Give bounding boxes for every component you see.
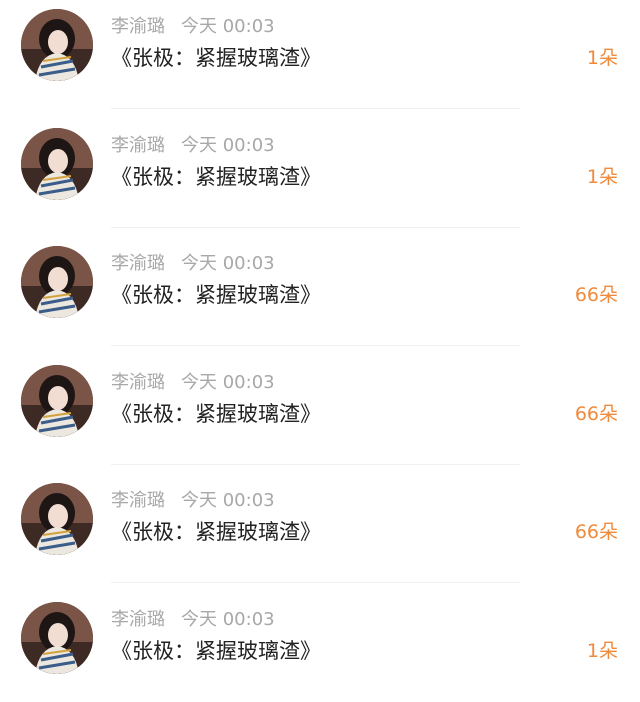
list-item[interactable]: 李渝璐 今天 00:03 《张极：紧握玻璃渣》 66朵	[0, 347, 640, 465]
user-name[interactable]: 李渝璐	[111, 372, 165, 393]
list-item[interactable]: 李渝璐 今天 00:03 《张极：紧握玻璃渣》 66朵	[0, 228, 640, 346]
timestamp: 今天 00:03	[181, 372, 275, 393]
work-title[interactable]: 《张极：紧握玻璃渣》	[111, 638, 321, 664]
flower-count: 1朵	[586, 47, 618, 69]
user-avatar-icon[interactable]	[21, 128, 93, 200]
divider	[111, 582, 520, 583]
user-name[interactable]: 李渝璐	[111, 609, 165, 630]
timestamp: 今天 00:03	[181, 609, 275, 630]
flower-count: 66朵	[574, 403, 618, 425]
user-avatar-icon[interactable]	[21, 365, 93, 437]
timestamp: 今天 00:03	[181, 135, 275, 156]
item-meta: 李渝璐 今天 00:03	[111, 16, 275, 38]
item-meta: 李渝璐 今天 00:03	[111, 490, 275, 512]
user-name[interactable]: 李渝璐	[111, 16, 165, 37]
work-title[interactable]: 《张极：紧握玻璃渣》	[111, 282, 321, 308]
user-avatar-icon[interactable]	[21, 9, 93, 81]
work-title[interactable]: 《张极：紧握玻璃渣》	[111, 164, 321, 190]
work-title[interactable]: 《张极：紧握玻璃渣》	[111, 519, 321, 545]
gift-list: 李渝璐 今天 00:03 《张极：紧握玻璃渣》 1朵 李渝璐 今天 00:03 《张…	[0, 0, 640, 694]
user-avatar-icon[interactable]	[21, 246, 93, 318]
user-avatar-icon[interactable]	[21, 483, 93, 555]
timestamp: 今天 00:03	[181, 490, 275, 511]
work-title[interactable]: 《张极：紧握玻璃渣》	[111, 45, 321, 71]
divider	[111, 345, 520, 346]
flower-count: 1朵	[586, 166, 618, 188]
timestamp: 今天 00:03	[181, 253, 275, 274]
list-item[interactable]: 李渝璐 今天 00:03 《张极：紧握玻璃渣》 1朵	[0, 110, 640, 228]
user-avatar-icon[interactable]	[21, 602, 93, 674]
user-name[interactable]: 李渝璐	[111, 135, 165, 156]
user-name[interactable]: 李渝璐	[111, 490, 165, 511]
item-meta: 李渝璐 今天 00:03	[111, 135, 275, 157]
timestamp: 今天 00:03	[181, 16, 275, 37]
user-name[interactable]: 李渝璐	[111, 253, 165, 274]
item-meta: 李渝璐 今天 00:03	[111, 372, 275, 394]
divider	[111, 108, 520, 109]
item-meta: 李渝璐 今天 00:03	[111, 609, 275, 631]
list-item[interactable]: 李渝璐 今天 00:03 《张极：紧握玻璃渣》 1朵	[0, 584, 640, 702]
work-title[interactable]: 《张极：紧握玻璃渣》	[111, 401, 321, 427]
list-item[interactable]: 李渝璐 今天 00:03 《张极：紧握玻璃渣》 66朵	[0, 465, 640, 583]
item-meta: 李渝璐 今天 00:03	[111, 253, 275, 275]
flower-count: 66朵	[574, 521, 618, 543]
flower-count: 1朵	[586, 640, 618, 662]
list-item[interactable]: 李渝璐 今天 00:03 《张极：紧握玻璃渣》 1朵	[0, 0, 640, 109]
flower-count: 66朵	[574, 284, 618, 306]
